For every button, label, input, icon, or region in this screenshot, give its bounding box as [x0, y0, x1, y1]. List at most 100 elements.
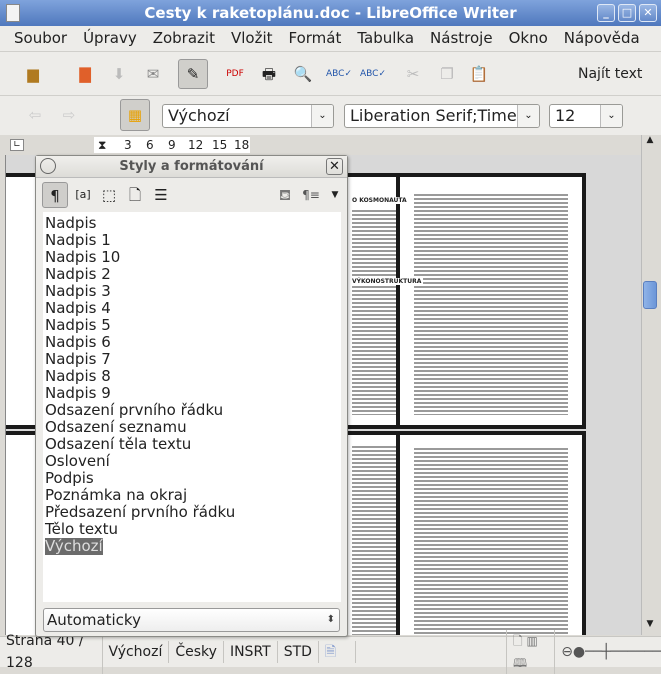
- style-item[interactable]: Nadpis 9: [43, 385, 341, 402]
- style-item[interactable]: Nadpis 10: [43, 249, 341, 266]
- style-item[interactable]: Nadpis 3: [43, 283, 341, 300]
- new-style-from-selection-icon[interactable]: ¶≡: [298, 182, 324, 208]
- style-item[interactable]: Tělo textu: [43, 521, 341, 538]
- menu-tabulka[interactable]: Tabulka: [349, 26, 422, 51]
- chevron-down-icon[interactable]: ⌄: [517, 105, 539, 127]
- title-bar: Cesty k raketoplánu.doc - LibreOffice Wr…: [0, 0, 661, 26]
- minimize-button[interactable]: _: [597, 4, 615, 22]
- menu-zobrazit[interactable]: Zobrazit: [145, 26, 223, 51]
- style-item[interactable]: Podpis: [43, 470, 341, 487]
- ruler-tick: 12: [188, 138, 204, 152]
- font-name-combo[interactable]: Liberation Serif;Times New Roman⌄: [344, 104, 540, 128]
- panel-title: Styly a formátování: [119, 159, 264, 174]
- ruler-row: ∟ ⧗ 3 6 9 12 15 18: [0, 135, 641, 155]
- autospellcheck-icon[interactable]: ABC✓: [360, 61, 386, 87]
- list-styles-icon[interactable]: ☰: [148, 182, 174, 208]
- page: [396, 173, 586, 429]
- menu-format[interactable]: Formát: [281, 26, 350, 51]
- menu-soubor[interactable]: Soubor: [6, 26, 75, 51]
- menu-nastroje[interactable]: Nástroje: [422, 26, 501, 51]
- menu-vlozit[interactable]: Vložit: [223, 26, 281, 51]
- status-spacer: [356, 641, 506, 663]
- copy-icon[interactable]: ❐: [434, 61, 460, 87]
- style-item[interactable]: Oslovení: [43, 453, 341, 470]
- page-styles-icon[interactable]: 🗋: [122, 182, 148, 208]
- fill-format-mode-icon[interactable]: ⛾: [272, 182, 298, 208]
- find-text-label[interactable]: Najít text: [578, 66, 642, 82]
- open-icon[interactable]: ▇: [72, 61, 98, 87]
- ruler-tick: 15: [212, 138, 228, 152]
- cut-icon[interactable]: ✂: [400, 61, 426, 87]
- page-style-indicator[interactable]: Výchozí: [103, 641, 170, 663]
- back-arrow-icon[interactable]: ⇦: [22, 102, 48, 128]
- new-document-icon[interactable]: ▆: [20, 61, 46, 87]
- language-indicator[interactable]: Česky: [169, 641, 224, 663]
- chevron-down-icon[interactable]: ⌄: [600, 105, 622, 127]
- style-item[interactable]: Odsazení seznamu: [43, 419, 341, 436]
- style-filter-select[interactable]: Automaticky ⬍: [43, 608, 340, 632]
- menu-upravy[interactable]: Úpravy: [75, 26, 145, 51]
- tab-stop-selector[interactable]: ∟: [10, 139, 24, 151]
- style-item[interactable]: Nadpis 6: [43, 334, 341, 351]
- menu-napoveda[interactable]: Nápověda: [556, 26, 648, 51]
- character-styles-icon[interactable]: [a]: [70, 182, 96, 208]
- scrollbar-thumb[interactable]: [643, 281, 657, 309]
- formatting-toolbar: ⇦ ⇨ ▦ Výchozí ⌄ Liberation Serif;Times Ne…: [0, 95, 661, 135]
- vertical-scrollbar[interactable]: ▲ ▼: [641, 135, 658, 635]
- window-title: Cesty k raketoplánu.doc - LibreOffice Wr…: [144, 4, 517, 22]
- scroll-down-icon[interactable]: ▼: [643, 619, 657, 633]
- style-item[interactable]: Nadpis 8: [43, 368, 341, 385]
- font-size-combo[interactable]: 12 ⌄: [549, 104, 623, 128]
- ruler-tick: 18: [234, 138, 250, 152]
- style-item[interactable]: Nadpis: [43, 215, 341, 232]
- zoom-slider[interactable]: ⊖●──┼──────: [555, 644, 661, 660]
- view-layout-icons[interactable]: 🗋 ▥ 🕮: [506, 630, 556, 674]
- style-item[interactable]: Nadpis 7: [43, 351, 341, 368]
- paragraph-styles-icon[interactable]: ¶: [42, 182, 68, 208]
- style-item[interactable]: Nadpis 2: [43, 266, 341, 283]
- style-item[interactable]: Nadpis 1: [43, 232, 341, 249]
- forward-arrow-icon[interactable]: ⇨: [56, 102, 82, 128]
- styles-formatting-icon[interactable]: ▦: [120, 99, 150, 131]
- insert-mode-indicator[interactable]: INSRT: [224, 641, 278, 663]
- chevron-down-icon[interactable]: ▼: [322, 182, 348, 208]
- paragraph-style-combo[interactable]: Výchozí ⌄: [162, 104, 334, 128]
- style-item[interactable]: Předsazení prvního řádku: [43, 504, 341, 521]
- font-size-value: 12: [555, 106, 576, 125]
- chevron-down-icon[interactable]: ⌄: [311, 105, 333, 127]
- maximize-button[interactable]: □: [618, 4, 636, 22]
- selection-mode-indicator[interactable]: STD: [278, 641, 319, 663]
- style-item[interactable]: Odsazení prvního řádku: [43, 402, 341, 419]
- edit-mode-icon[interactable]: ✎: [178, 59, 208, 89]
- page: [396, 431, 586, 635]
- indent-marker-icon[interactable]: ⧗: [98, 137, 106, 153]
- save-icon[interactable]: ⬇: [106, 61, 132, 87]
- menu-okno[interactable]: Okno: [501, 26, 556, 51]
- font-name-value: Liberation Serif;Times New Roman: [350, 106, 539, 125]
- close-button[interactable]: ✕: [639, 4, 657, 22]
- ruler-tick: 9: [168, 138, 176, 152]
- ruler-tick: 6: [146, 138, 154, 152]
- style-item[interactable]: Odsazení těla textu: [43, 436, 341, 453]
- panel-title-bar[interactable]: Styly a formátování ✕: [36, 156, 347, 178]
- spellcheck-icon[interactable]: ABC✓: [326, 61, 352, 87]
- style-item[interactable]: Nadpis 4: [43, 300, 341, 317]
- close-panel-button[interactable]: ✕: [326, 158, 343, 175]
- export-pdf-icon[interactable]: PDF: [222, 61, 248, 87]
- print-preview-icon[interactable]: 🔍: [290, 61, 316, 87]
- style-item[interactable]: Poznámka na okraj: [43, 487, 341, 504]
- frame-styles-icon[interactable]: ⬚: [96, 182, 122, 208]
- style-item[interactable]: Nadpis 5: [43, 317, 341, 334]
- standard-toolbar: ▆ ▇ ⬇ ✉ ✎ PDF 🖶 🔍 ABC✓ ABC✓ ✂ ❐ 📋 Najít …: [0, 51, 661, 95]
- horizontal-ruler[interactable]: ⧗ 3 6 9 12 15 18: [94, 137, 250, 153]
- paste-icon[interactable]: 📋: [466, 61, 492, 87]
- scroll-up-icon[interactable]: ▲: [643, 135, 657, 149]
- style-item-selected[interactable]: Výchozí: [45, 538, 103, 555]
- status-bar: Strana 40 / 128 Výchozí Česky INSRT STD …: [0, 630, 661, 674]
- email-icon[interactable]: ✉: [140, 61, 166, 87]
- paragraph-style-value: Výchozí: [168, 106, 230, 125]
- menu-bar: Soubor Úpravy Zobrazit Vložit Formát Tab…: [0, 26, 661, 51]
- document-modified-icon: 🗎: [319, 641, 356, 663]
- print-icon[interactable]: 🖶: [256, 61, 282, 87]
- style-filter-value: Automaticky: [47, 611, 141, 629]
